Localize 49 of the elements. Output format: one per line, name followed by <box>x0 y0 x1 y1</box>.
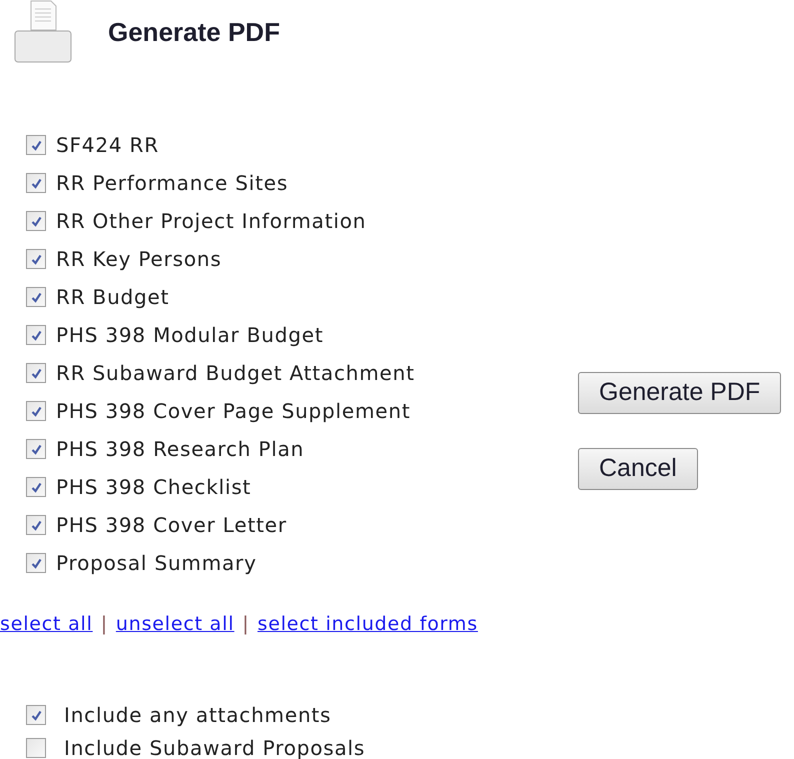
check-icon <box>30 444 42 454</box>
check-icon <box>30 254 42 264</box>
link[interactable]: select all <box>0 610 93 638</box>
form-label: Proposal Summary <box>56 550 257 577</box>
check-icon <box>30 406 42 416</box>
checkbox[interactable] <box>26 135 46 155</box>
form-label: PHS 398 Research Plan <box>56 436 304 463</box>
checkbox[interactable] <box>26 738 46 758</box>
checkbox[interactable] <box>26 249 46 269</box>
checkbox[interactable] <box>26 211 46 231</box>
generate-pdf-button[interactable]: Generate PDF <box>578 372 782 414</box>
separator: | <box>242 612 250 637</box>
form-label: RR Subaward Budget Attachment <box>56 360 415 387</box>
checkbox[interactable] <box>26 515 46 535</box>
check-icon <box>30 368 42 378</box>
checkbox[interactable] <box>26 439 46 459</box>
check-icon <box>30 558 42 568</box>
check-icon <box>30 216 42 226</box>
check-icon <box>30 330 42 340</box>
checkbox[interactable] <box>26 477 46 497</box>
form-label: PHS 398 Checklist <box>56 474 252 501</box>
form-label: PHS 398 Modular Budget <box>56 322 324 349</box>
check-icon <box>30 292 42 302</box>
check-icon <box>30 710 42 720</box>
check-icon <box>30 482 42 492</box>
separator: | <box>100 612 108 637</box>
checkbox[interactable] <box>26 363 46 383</box>
check-icon <box>30 178 42 188</box>
checkbox[interactable] <box>26 705 46 725</box>
check-icon <box>30 520 42 530</box>
link[interactable]: select included forms <box>258 610 478 638</box>
option-label: Include any attachments <box>64 704 332 726</box>
check-icon <box>30 140 42 150</box>
checkbox[interactable] <box>26 173 46 193</box>
checkbox[interactable] <box>26 553 46 573</box>
form-label: SF424 RR <box>56 132 159 159</box>
checkbox[interactable] <box>26 401 46 421</box>
form-label: RR Other Project Information <box>56 208 366 235</box>
cancel-button[interactable]: Cancel <box>578 448 698 490</box>
option-label: Include Subaward Proposals <box>64 737 366 759</box>
form-label: PHS 398 Cover Page Supplement <box>56 398 411 425</box>
form-label: RR Budget <box>56 284 170 311</box>
checkbox[interactable] <box>26 325 46 345</box>
form-label: RR Performance Sites <box>56 170 288 197</box>
checkbox[interactable] <box>26 287 46 307</box>
page-title: Generate PDF <box>108 16 280 48</box>
form-label: RR Key Persons <box>56 246 222 273</box>
link[interactable]: unselect all <box>116 610 234 638</box>
form-label: PHS 398 Cover Letter <box>56 512 287 539</box>
